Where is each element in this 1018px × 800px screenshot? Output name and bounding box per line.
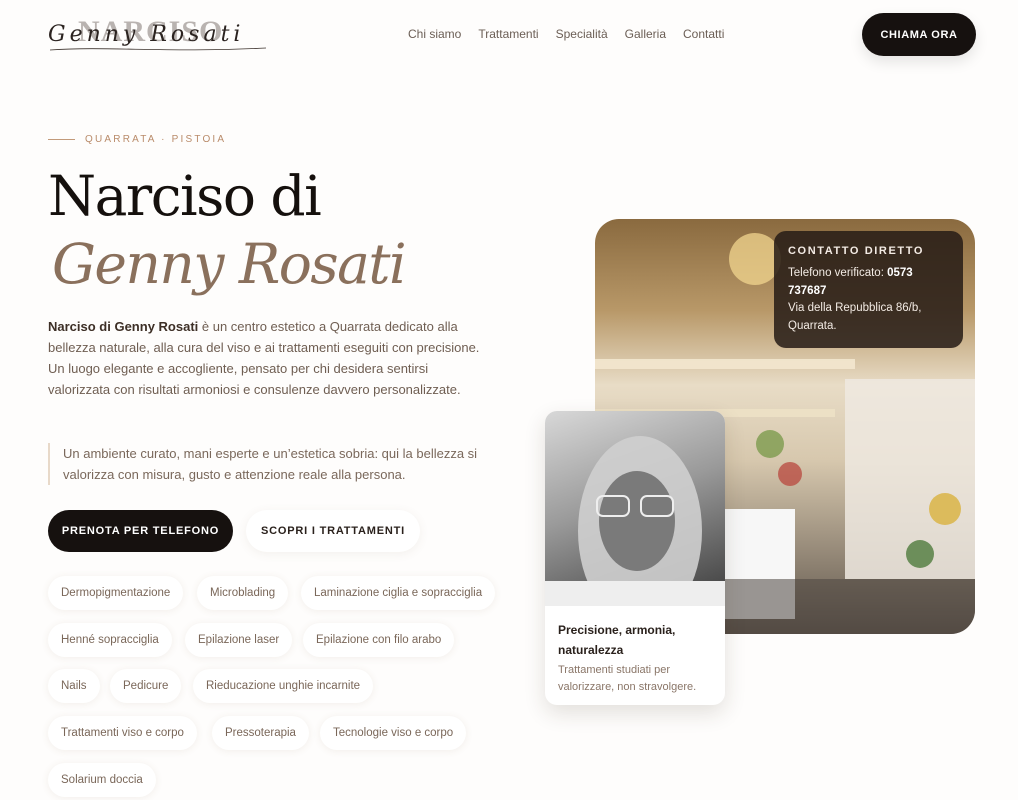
contact-card-title: CONTATTO DIRETTO (788, 245, 925, 257)
nav-contatti[interactable]: Contatti (683, 27, 724, 41)
chip-pressoterapia[interactable]: Pressoterapia (212, 716, 309, 750)
chip-laminazione[interactable]: Laminazione ciglia e sopracciglia (301, 576, 496, 610)
eyebrow-text: QUARRATA · PISTOIA (85, 134, 227, 145)
chip-henne[interactable]: Henné sopracciglia (48, 623, 172, 657)
nav-specialita[interactable]: Specialità (556, 27, 608, 41)
portrait-illustration (545, 436, 725, 606)
portrait-card: Precisione, armonia, naturalezza Trattam… (545, 411, 725, 705)
nav-chi-siamo[interactable]: Chi siamo (408, 27, 461, 41)
chip-pedicure[interactable]: Pedicure (110, 669, 182, 703)
nav-galleria[interactable]: Galleria (625, 27, 666, 41)
chip-dermopigmentazione[interactable]: Dermopigmentazione (48, 576, 184, 610)
eyebrow-divider (48, 139, 75, 140)
contact-card: CONTATTO DIRETTO Telefono verificato: 05… (774, 231, 963, 348)
main-nav: Chi siamo Trattamenti Specialità Galleri… (408, 27, 741, 41)
location-eyebrow: QUARRATA · PISTOIA (48, 134, 226, 145)
hero-title-line2: Genny Rosati (52, 232, 407, 296)
chip-solarium[interactable]: Solarium doccia (48, 763, 156, 797)
phone-label: Telefono verificato: (788, 267, 888, 279)
portrait-card-desc: Trattamenti studiati per valorizzare, no… (558, 664, 697, 693)
hero-quote: Un ambiente curato, mani esperte e un’es… (48, 443, 518, 485)
logo[interactable]: NARCISO Genny Rosati (48, 14, 270, 54)
chip-nails[interactable]: Nails (48, 669, 100, 703)
page: NARCISO Genny Rosati Chi siamo Trattamen… (0, 0, 1018, 800)
portrait-card-title: Precisione, armonia, naturalezza (558, 623, 676, 657)
hero-title-line1: Narciso di (48, 164, 322, 228)
chip-rieducazione-unghie[interactable]: Rieducazione unghie incarnite (193, 669, 374, 703)
discover-treatments-button[interactable]: SCOPRI I TRATTAMENTI (246, 510, 420, 552)
chip-trattamenti-viso-corpo[interactable]: Trattamenti viso e corpo (48, 716, 197, 750)
chip-epilazione-filo[interactable]: Epilazione con filo arabo (303, 623, 455, 657)
chip-microblading[interactable]: Microblading (197, 576, 289, 610)
book-by-phone-button[interactable]: PRENOTA PER TELEFONO (48, 510, 233, 552)
logo-flourish-icon (49, 47, 267, 51)
nav-trattamenti[interactable]: Trattamenti (478, 27, 538, 41)
contact-card-body: Telefono verificato: 0573 737687 Via dell… (788, 265, 949, 335)
address-text: Via della Repubblica 86/b, Quarrata. (788, 302, 922, 332)
call-now-button[interactable]: CHIAMA ORA (862, 13, 976, 56)
intro-business-name: Narciso di Genny Rosati (48, 319, 199, 334)
hero-intro: Narciso di Genny Rosati è un centro este… (48, 316, 493, 400)
owner-portrait-photo (545, 411, 725, 606)
chip-tecnologie[interactable]: Tecnologie viso e corpo (320, 716, 467, 750)
chip-epilazione-laser[interactable]: Epilazione laser (185, 623, 293, 657)
